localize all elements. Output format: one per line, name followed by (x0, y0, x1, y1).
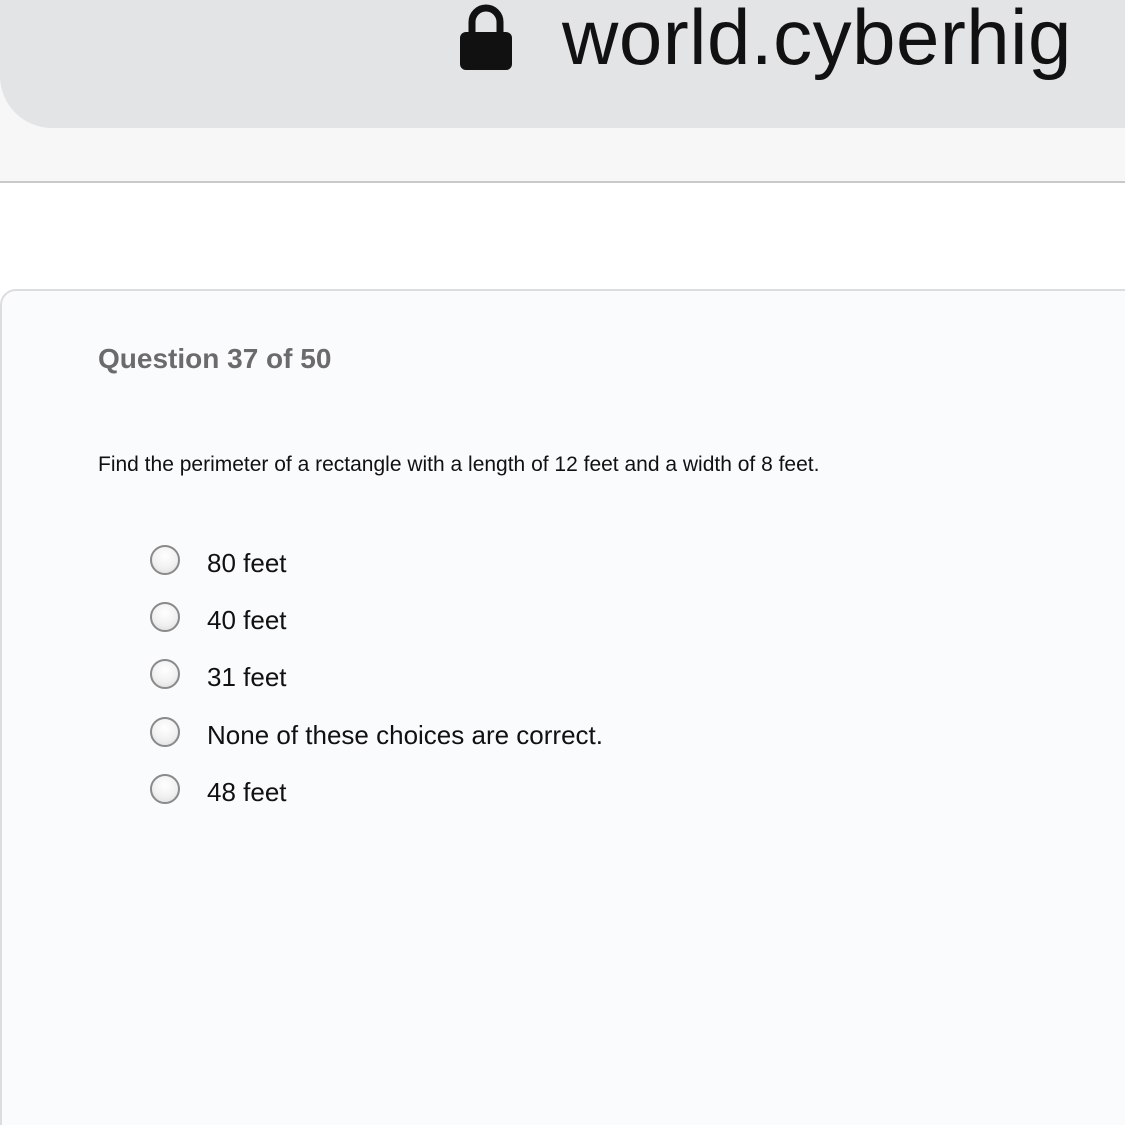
answer-label[interactable]: 31 feet (207, 662, 287, 692)
answer-option[interactable]: None of these choices are correct. (150, 716, 603, 774)
question-counter: Question 37 of 50 (98, 343, 332, 374)
answer-label[interactable]: 48 feet (207, 777, 287, 807)
radio-button[interactable] (150, 716, 180, 747)
url-text[interactable]: world.cyberhig (562, 0, 1072, 82)
radio-button[interactable] (150, 659, 180, 690)
answer-options: 80 feet 40 feet 31 feet None of these ch… (150, 545, 603, 831)
answer-label[interactable]: None of these choices are correct. (207, 720, 603, 750)
browser-chrome: world.cyberhig (0, 0, 1125, 183)
answer-option[interactable]: 80 feet (150, 545, 603, 602)
question-text: Find the perimeter of a rectangle with a… (98, 453, 820, 476)
radio-button[interactable] (150, 773, 180, 804)
answer-option[interactable]: 31 feet (150, 659, 603, 716)
answer-option[interactable]: 48 feet (150, 773, 603, 831)
lock-icon (458, 0, 514, 72)
quiz-card: Question 37 of 50 Find the perimeter of … (0, 289, 1125, 1125)
page: world.cyberhig Question 37 of 50 Find th… (0, 0, 1125, 1125)
answer-option[interactable]: 40 feet (150, 602, 603, 659)
radio-button[interactable] (150, 602, 180, 633)
radio-button[interactable] (150, 545, 180, 575)
answer-label[interactable]: 40 feet (207, 605, 287, 635)
answer-label[interactable]: 80 feet (207, 548, 287, 578)
